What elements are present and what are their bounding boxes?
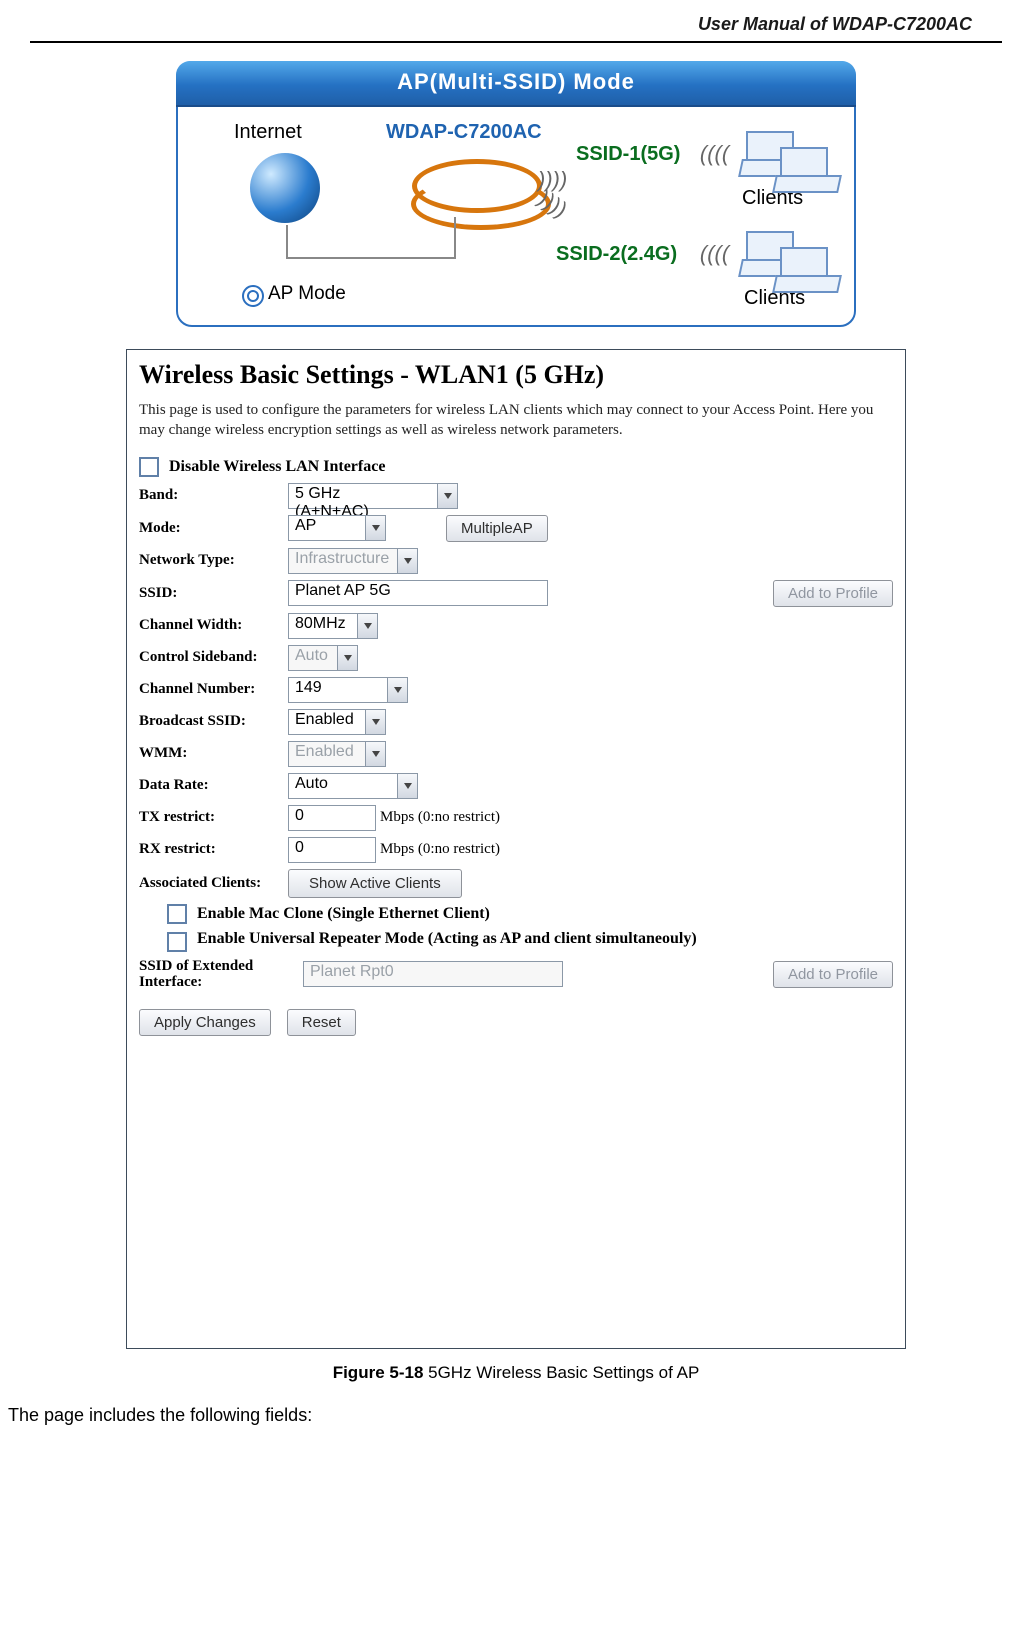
laptop-icon (774, 147, 836, 191)
chevron-down-icon (388, 677, 408, 703)
ssid-ext-input[interactable]: Planet Rpt0 (303, 961, 563, 987)
wifi-waves-icon: (((( (698, 241, 732, 267)
show-active-clients-button[interactable]: Show Active Clients (288, 869, 462, 898)
tx-restrict-label: TX restrict: (139, 809, 288, 826)
mode-label: Mode: (139, 520, 288, 537)
disable-wlan-checkbox[interactable] (139, 457, 159, 477)
device-label: WDAP-C7200AC (386, 121, 542, 144)
laptop-icon (774, 247, 836, 291)
body-text: The page includes the following fields: (8, 1405, 1024, 1426)
network-type-value: Infrastructure (288, 548, 398, 574)
settings-screenshot: Wireless Basic Settings - WLAN1 (5 GHz) … (126, 349, 906, 1349)
ssid2-label: SSID-2(2.4G) (556, 243, 677, 266)
settings-heading: Wireless Basic Settings - WLAN1 (5 GHz) (139, 360, 893, 390)
mode-select[interactable]: AP (288, 515, 386, 541)
figure-text: 5GHz Wireless Basic Settings of AP (423, 1363, 699, 1382)
mac-clone-checkbox[interactable] (167, 904, 187, 924)
universal-repeater-checkbox[interactable] (167, 932, 187, 952)
ssid1-label: SSID-1(5G) (576, 143, 680, 166)
chevron-down-icon (438, 483, 458, 509)
channel-width-value: 80MHz (288, 613, 358, 639)
rx-restrict-unit: Mbps (0:no restrict) (380, 841, 500, 858)
add-to-profile-button[interactable]: Add to Profile (773, 580, 893, 607)
figure-caption: Figure 5-18 5GHz Wireless Basic Settings… (0, 1363, 1032, 1383)
network-type-select[interactable]: Infrastructure (288, 548, 418, 574)
connector-line (286, 225, 288, 259)
chevron-down-icon (366, 709, 386, 735)
chevron-down-icon (398, 773, 418, 799)
settings-description: This page is used to configure the param… (139, 400, 893, 441)
figure-number: Figure 5-18 (333, 1363, 424, 1382)
tx-restrict-input[interactable]: 0 (288, 805, 376, 831)
wifi-waves-icon: (((( (698, 141, 732, 167)
internet-label: Internet (234, 121, 302, 144)
band-value: 5 GHz (A+N+AC) (288, 483, 438, 509)
wmm-label: WMM: (139, 745, 288, 762)
data-rate-select[interactable]: Auto (288, 773, 418, 799)
channel-number-select[interactable]: 149 (288, 677, 408, 703)
broadcast-ssid-value: Enabled (288, 709, 366, 735)
chevron-down-icon (358, 613, 378, 639)
control-sideband-value: Auto (288, 645, 338, 671)
connector-line (286, 257, 454, 259)
header-rule (30, 41, 1002, 43)
broadcast-ssid-label: Broadcast SSID: (139, 713, 288, 730)
rx-restrict-label: RX restrict: (139, 841, 288, 858)
mode-value: AP (288, 515, 366, 541)
chevron-down-icon (366, 515, 386, 541)
add-to-profile-button-2[interactable]: Add to Profile (773, 961, 893, 988)
disable-wlan-label: Disable Wireless LAN Interface (169, 458, 385, 476)
mode-diagram: AP(Multi-SSID) Mode Internet WDAP-C7200A… (176, 61, 856, 327)
channel-number-value: 149 (288, 677, 388, 703)
tx-restrict-unit: Mbps (0:no restrict) (380, 809, 500, 826)
apply-changes-button[interactable]: Apply Changes (139, 1009, 271, 1036)
ap-mode-icon (242, 285, 264, 307)
ap-mode-label: AP Mode (268, 283, 346, 305)
chevron-down-icon (398, 548, 418, 574)
associated-clients-label: Associated Clients: (139, 875, 288, 892)
universal-repeater-label: Enable Universal Repeater Mode (Acting a… (197, 930, 697, 948)
control-sideband-select[interactable]: Auto (288, 645, 358, 671)
page-header: User Manual of WDAP-C7200AC (0, 0, 1032, 41)
channel-number-label: Channel Number: (139, 681, 288, 698)
mac-clone-label: Enable Mac Clone (Single Ethernet Client… (197, 905, 490, 923)
reset-button[interactable]: Reset (287, 1009, 356, 1036)
connector-line (454, 217, 456, 259)
band-select[interactable]: 5 GHz (A+N+AC) (288, 483, 458, 509)
broadcast-ssid-select[interactable]: Enabled (288, 709, 386, 735)
ssid-input[interactable]: Planet AP 5G (288, 580, 548, 606)
network-type-label: Network Type: (139, 552, 288, 569)
multiple-ap-button[interactable]: MultipleAP (446, 515, 548, 542)
ssid-ext-label: SSID of Extended Interface: (139, 958, 303, 991)
chevron-down-icon (366, 741, 386, 767)
wmm-value: Enabled (288, 741, 366, 767)
channel-width-label: Channel Width: (139, 617, 288, 634)
data-rate-label: Data Rate: (139, 777, 288, 794)
ssid-label: SSID: (139, 585, 288, 602)
diagram-title: AP(Multi-SSID) Mode (176, 61, 856, 107)
band-label: Band: (139, 487, 288, 504)
rx-restrict-input[interactable]: 0 (288, 837, 376, 863)
wmm-select[interactable]: Enabled (288, 741, 386, 767)
ap-device-icon (398, 153, 548, 219)
chevron-down-icon (338, 645, 358, 671)
channel-width-select[interactable]: 80MHz (288, 613, 378, 639)
control-sideband-label: Control Sideband: (139, 649, 288, 666)
globe-icon (250, 153, 320, 223)
data-rate-value: Auto (288, 773, 398, 799)
